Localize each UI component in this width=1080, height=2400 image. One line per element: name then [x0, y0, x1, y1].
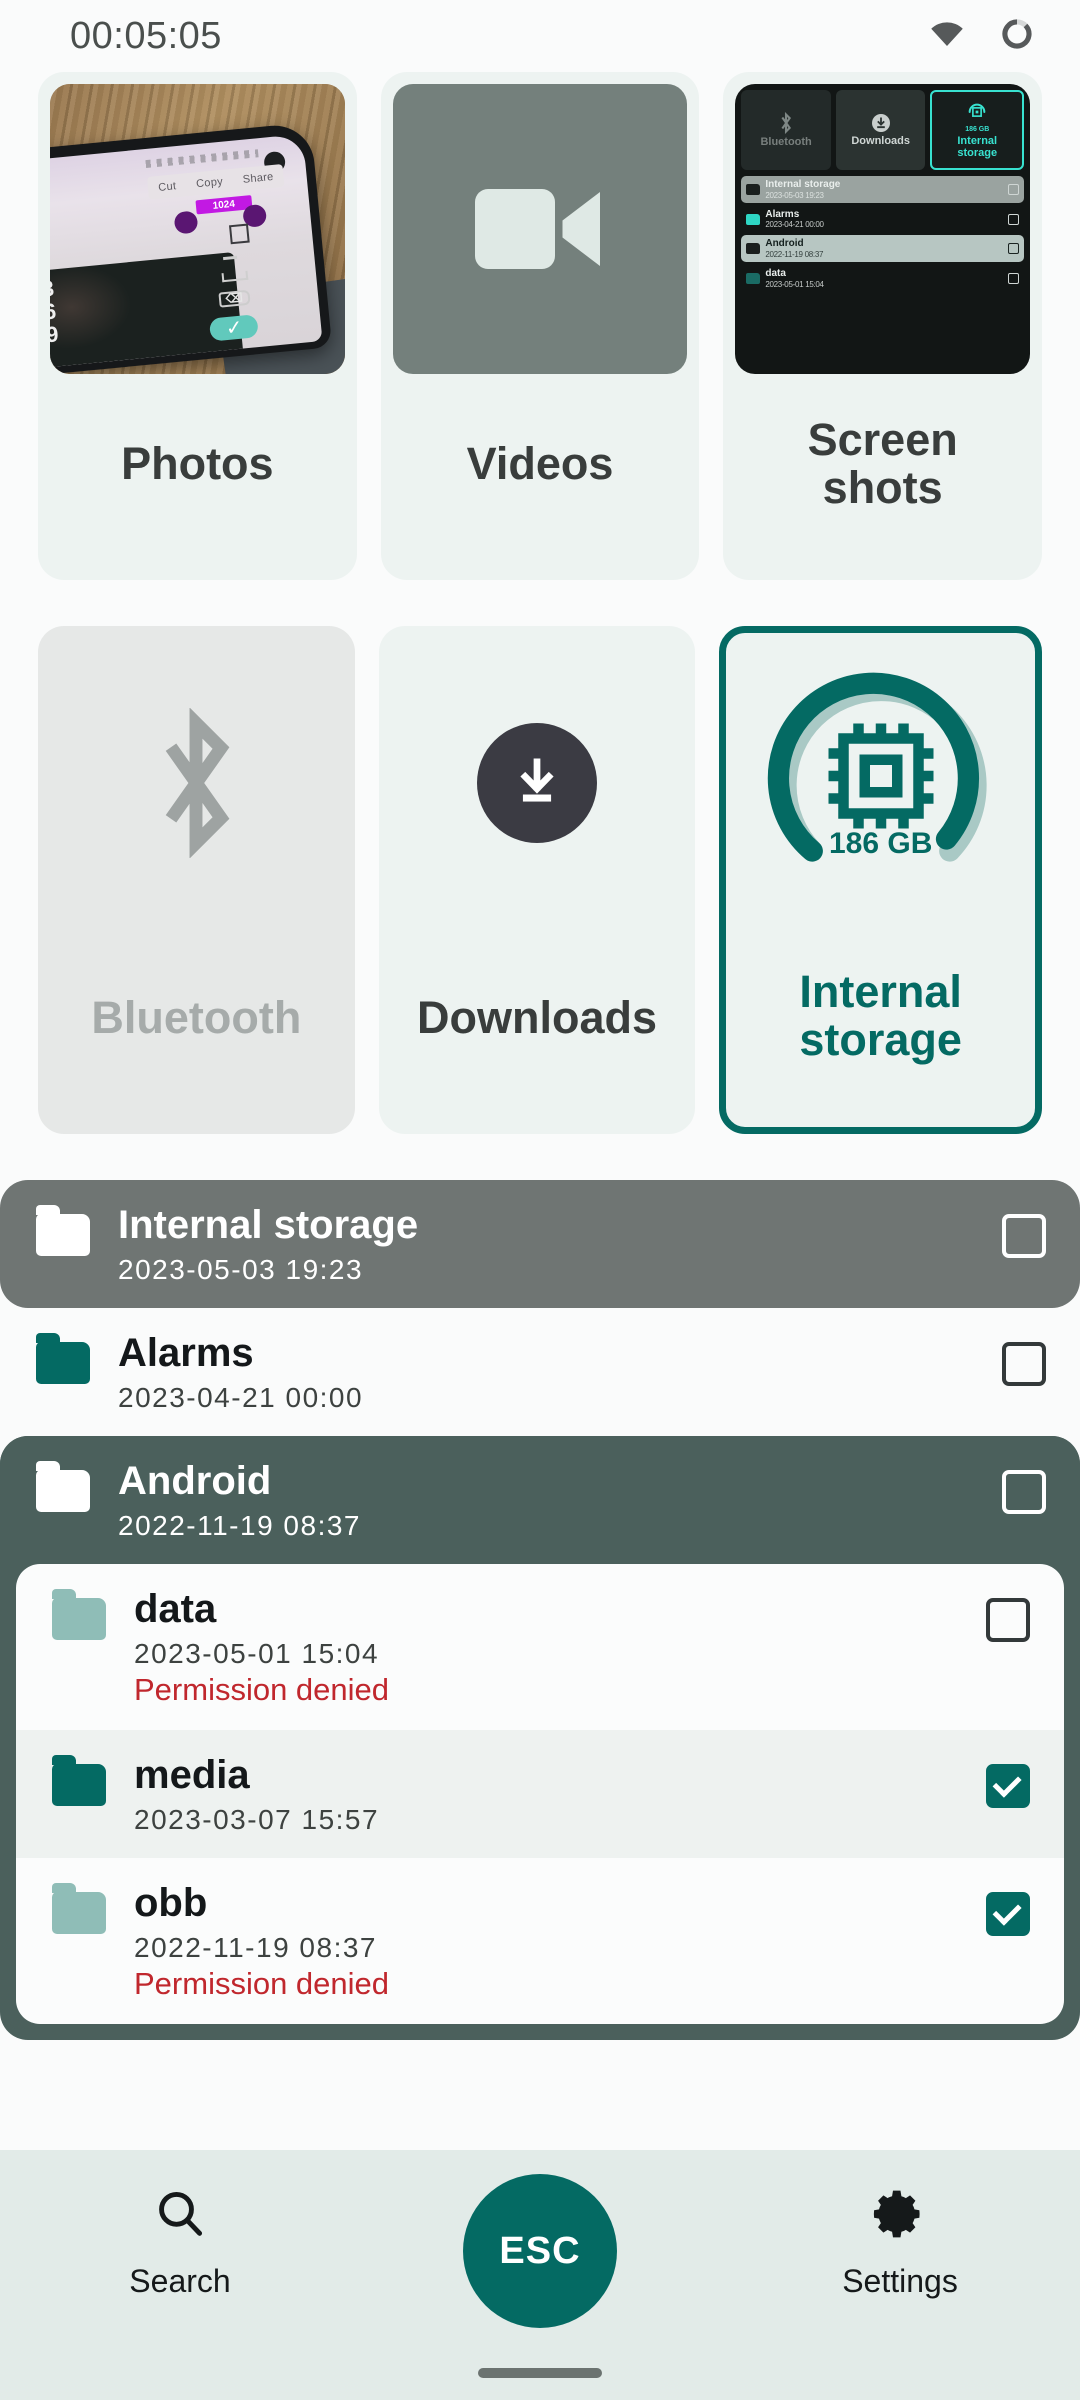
storage-gauge: 186 GB: [734, 641, 1027, 931]
tile-bluetooth[interactable]: Bluetooth: [38, 626, 355, 1134]
file-row-checkbox[interactable]: [1002, 1214, 1046, 1258]
preview-row-name: Android: [765, 238, 804, 250]
status-clock: 00:05:05: [70, 14, 222, 57]
file-row-name: obb: [134, 1881, 208, 1925]
file-row-alarms[interactable]: Alarms 2023-04-21 00:00: [0, 1308, 1080, 1436]
tile-screenshots[interactable]: Bluetooth Downloads 186 GB Internal stor…: [723, 72, 1043, 580]
nav-item-search-label: Search: [129, 2263, 231, 2299]
file-row-media[interactable]: media 2023-03-07 15:57: [16, 1730, 1064, 1858]
battery-circle-icon: [1000, 17, 1034, 56]
file-row-internal-storage[interactable]: Internal storage 2023-05-03 19:23: [0, 1180, 1080, 1308]
search-icon: [152, 2186, 208, 2247]
preview-row-name: Alarms: [765, 208, 800, 220]
file-row-checkbox[interactable]: [986, 1892, 1030, 1936]
preview-row: Android 2022-11-19 08:37: [741, 235, 1025, 263]
tile-row-2: Bluetooth Downloads 186 GB Internal stor…: [38, 626, 1043, 1134]
esc-button[interactable]: ESC: [463, 2174, 617, 2328]
preview-row-checkbox: [1008, 243, 1020, 255]
status-icons: [928, 17, 1034, 56]
preview-row-checkbox: [1008, 213, 1020, 225]
photo-menu-share: Share: [241, 170, 274, 186]
screenshot-thumbnail-icon: Bluetooth Downloads 186 GB Internal stor…: [735, 84, 1031, 374]
file-row-checkbox[interactable]: [1002, 1470, 1046, 1514]
gear-icon: [872, 2186, 928, 2247]
tile-internal-storage[interactable]: 186 GB Internal storage: [719, 626, 1043, 1134]
file-row-date: 2022-11-19 08:37: [118, 1510, 361, 1541]
nav-item-settings[interactable]: Settings: [800, 2186, 1000, 2300]
photo-menu-cut: Cut: [157, 180, 177, 194]
file-row-date: 2022-11-19 08:37: [134, 1932, 377, 1963]
storage-capacity-label: 186 GB: [828, 827, 933, 860]
preview-tab-capacity: 186 GB: [965, 125, 990, 133]
status-bar: 00:05:05: [0, 0, 1080, 72]
tile-screenshots-label: Screen shots: [807, 414, 958, 513]
preview-row-checkbox: [1008, 272, 1020, 284]
preview-row: data 2023-05-01 15:04: [741, 265, 1024, 292]
tile-row-1: Cut Copy Share 1024 3 6 9 ⌫ ✓ Photos Vid…: [38, 72, 1043, 580]
preview-tab-bluetooth-label: Bluetooth: [760, 135, 812, 148]
file-row-obb[interactable]: obb 2022-11-19 08:37 Permission denied: [16, 1858, 1064, 2024]
preview-row-checkbox: [1008, 183, 1020, 195]
preview-row-name: Internal storage: [765, 179, 841, 190]
file-row-android[interactable]: Android 2022-11-19 08:37: [0, 1436, 1080, 1564]
preview-tab-bluetooth: Bluetooth: [741, 90, 831, 170]
file-row-date: 2023-03-07 15:57: [134, 1804, 380, 1835]
download-icon: [391, 638, 684, 928]
tile-photos-label: Photos: [121, 438, 274, 490]
folder-icon: [36, 1205, 90, 1256]
preview-row-date: 2022-11-19 08:37: [765, 249, 824, 259]
nav-item-search[interactable]: Search: [80, 2186, 280, 2300]
file-row-error: Permission denied: [134, 1966, 390, 2001]
file-row-name: Internal storage: [118, 1203, 419, 1247]
file-row-name: Android: [118, 1459, 272, 1503]
preview-tab-internal-storage-label: Internal storage: [957, 135, 998, 159]
folder-icon: [52, 1755, 106, 1806]
tile-bluetooth-label: Bluetooth: [91, 992, 302, 1044]
file-row-name: Alarms: [118, 1331, 254, 1375]
preview-row-date: 2023-05-01 15:04: [765, 279, 824, 289]
folder-icon: [36, 1461, 90, 1512]
tile-grid: Cut Copy Share 1024 3 6 9 ⌫ ✓ Photos Vid…: [0, 72, 1080, 1134]
file-row-checkbox[interactable]: [986, 1764, 1030, 1808]
file-row-checkbox[interactable]: [986, 1598, 1030, 1642]
preview-tab-internal-storage: 186 GB Internal storage: [930, 90, 1025, 170]
nav-item-esc[interactable]: ESC: [440, 2174, 640, 2328]
file-row-date: 2023-05-01 15:04: [134, 1638, 380, 1669]
file-row-date: 2023-04-21 00:00: [118, 1382, 364, 1413]
videocam-icon: [392, 84, 688, 374]
file-row-data[interactable]: data 2023-05-01 15:04 Permission denied: [16, 1564, 1064, 1730]
tile-internal-storage-label: Internal storage: [799, 966, 962, 1065]
tile-downloads[interactable]: Downloads: [378, 626, 696, 1134]
file-row-error: Permission denied: [134, 1672, 390, 1707]
file-row-checkbox[interactable]: [1002, 1342, 1046, 1386]
home-indicator[interactable]: [478, 2368, 602, 2378]
file-row-name: media: [134, 1753, 250, 1797]
preview-row: Alarms 2023-04-21 00:00: [741, 206, 1024, 233]
nested-file-card: data 2023-05-01 15:04 Permission denied …: [16, 1564, 1064, 2024]
download-icon-circle: [477, 723, 597, 843]
photo-menu-copy: Copy: [195, 175, 224, 191]
preview-row-date: 2023-04-21 00:00: [765, 220, 824, 230]
tile-videos-label: Videos: [466, 438, 614, 490]
preview-tab-downloads-label: Downloads: [851, 134, 911, 147]
preview-row-date: 2023-05-03 19:23: [765, 190, 824, 200]
preview-row-name: data: [765, 268, 786, 280]
file-row-name: data: [134, 1587, 217, 1631]
tile-videos[interactable]: Videos: [380, 72, 700, 580]
file-row-date: 2023-05-03 19:23: [118, 1254, 364, 1285]
preview-row: Internal storage 2023-05-03 19:23: [741, 176, 1025, 203]
bluetooth-icon: [50, 638, 343, 928]
tile-downloads-label: Downloads: [417, 992, 658, 1044]
wifi-icon: [928, 19, 966, 54]
file-list: Internal storage 2023-05-03 19:23 Alarms…: [0, 1180, 1080, 2040]
folder-icon: [52, 1589, 106, 1640]
photo-thumbnail-icon: Cut Copy Share 1024 3 6 9 ⌫ ✓: [50, 84, 345, 374]
tile-photos[interactable]: Cut Copy Share 1024 3 6 9 ⌫ ✓ Photos: [38, 72, 357, 580]
file-group-android: Android 2022-11-19 08:37 data 2023-05-01…: [0, 1436, 1080, 2040]
preview-tab-downloads: Downloads: [835, 90, 926, 170]
folder-icon: [52, 1883, 106, 1934]
bottom-navigation-bar: Search ESC Settings: [0, 2150, 1080, 2400]
folder-icon: [36, 1333, 90, 1384]
nav-item-settings-label: Settings: [842, 2263, 958, 2299]
